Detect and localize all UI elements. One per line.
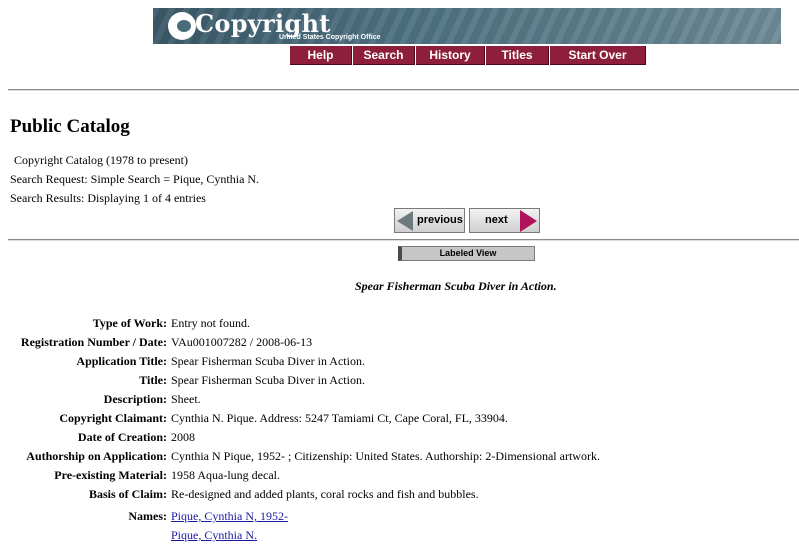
nav-start-over-button[interactable]: Start Over [550, 46, 646, 65]
field-value: Re-designed and added plants, coral rock… [171, 487, 479, 501]
copyright-office-banner[interactable]: Copyright United States Copyright Office [153, 8, 781, 44]
field-label: Registration Number / Date: [20, 335, 167, 349]
right-arrow-icon [520, 210, 537, 232]
field-label: Title: [139, 373, 167, 387]
field-label: Date of Creation: [77, 430, 167, 444]
search-results: Search Results: Displaying 1 of 4 entrie… [10, 191, 206, 205]
divider-middle [8, 239, 799, 241]
field-row: Registration Number / Date: VAu001007282… [0, 335, 799, 351]
field-label: Pre-existing Material: [54, 468, 167, 482]
previous-label: previous [417, 214, 463, 226]
labeled-view-tab[interactable]: Labeled View [398, 246, 535, 261]
nav-search-button[interactable]: Search [353, 46, 415, 65]
field-value: 1958 Aqua-lung decal. [171, 468, 280, 482]
field-value: Spear Fisherman Scuba Diver in Action. [171, 354, 365, 368]
field-row: Date of Creation: 2008 [0, 430, 799, 446]
field-value: Spear Fisherman Scuba Diver in Action. [171, 373, 365, 387]
field-value: Cynthia N Pique, 1952- ; Citizenship: Un… [171, 449, 600, 463]
field-label: Description: [103, 392, 167, 406]
names-row-continued: Pique, Cynthia N. [0, 528, 799, 544]
field-row: Authorship on Application: Cynthia N Piq… [0, 449, 799, 465]
catalog-name: Copyright Catalog (1978 to present) [14, 153, 188, 167]
divider-top [8, 89, 799, 91]
copyright-c-icon [168, 12, 196, 40]
field-value: Sheet. [171, 392, 201, 406]
left-arrow-icon [397, 211, 413, 231]
field-row: Copyright Claimant: Cynthia N. Pique. Ad… [0, 411, 799, 427]
field-row: Description: Sheet. [0, 392, 799, 408]
record-title: Spear Fisherman Scuba Diver in Action. [355, 279, 557, 293]
names-label: Names: [128, 509, 167, 523]
previous-button[interactable]: previous [394, 208, 465, 233]
field-value: 2008 [171, 430, 195, 444]
field-label: Application Title: [76, 354, 167, 368]
name-link[interactable]: Pique, Cynthia N, 1952- [171, 509, 288, 524]
field-value: VAu001007282 / 2008-06-13 [171, 335, 313, 349]
field-row: Title: Spear Fisherman Scuba Diver in Ac… [0, 373, 799, 389]
field-row: Type of Work: Entry not found. [0, 316, 799, 332]
next-button[interactable]: next [469, 208, 540, 233]
field-row: Basis of Claim: Re-designed and added pl… [0, 487, 799, 503]
field-row: Application Title: Spear Fisherman Scuba… [0, 354, 799, 370]
field-label: Type of Work: [92, 316, 167, 330]
field-label: Copyright Claimant: [59, 411, 167, 425]
nav-titles-button[interactable]: Titles [486, 46, 549, 65]
logo-subtitle: United States Copyright Office [279, 34, 381, 41]
nav-help-button[interactable]: Help [290, 46, 352, 65]
nav-history-button[interactable]: History [416, 46, 485, 65]
field-label: Authorship on Application: [26, 449, 167, 463]
field-value: Cynthia N. Pique. Address: 5247 Tamiami … [171, 411, 508, 425]
names-row: Names: Pique, Cynthia N, 1952- [0, 509, 799, 525]
name-link[interactable]: Pique, Cynthia N. [171, 528, 257, 543]
search-request: Search Request: Simple Search = Pique, C… [10, 172, 260, 186]
page-title: Public Catalog [10, 116, 130, 137]
field-label: Basis of Claim: [89, 487, 167, 501]
field-row: Pre-existing Material: 1958 Aqua-lung de… [0, 468, 799, 484]
field-value: Entry not found. [171, 316, 250, 330]
next-label: next [485, 214, 508, 226]
